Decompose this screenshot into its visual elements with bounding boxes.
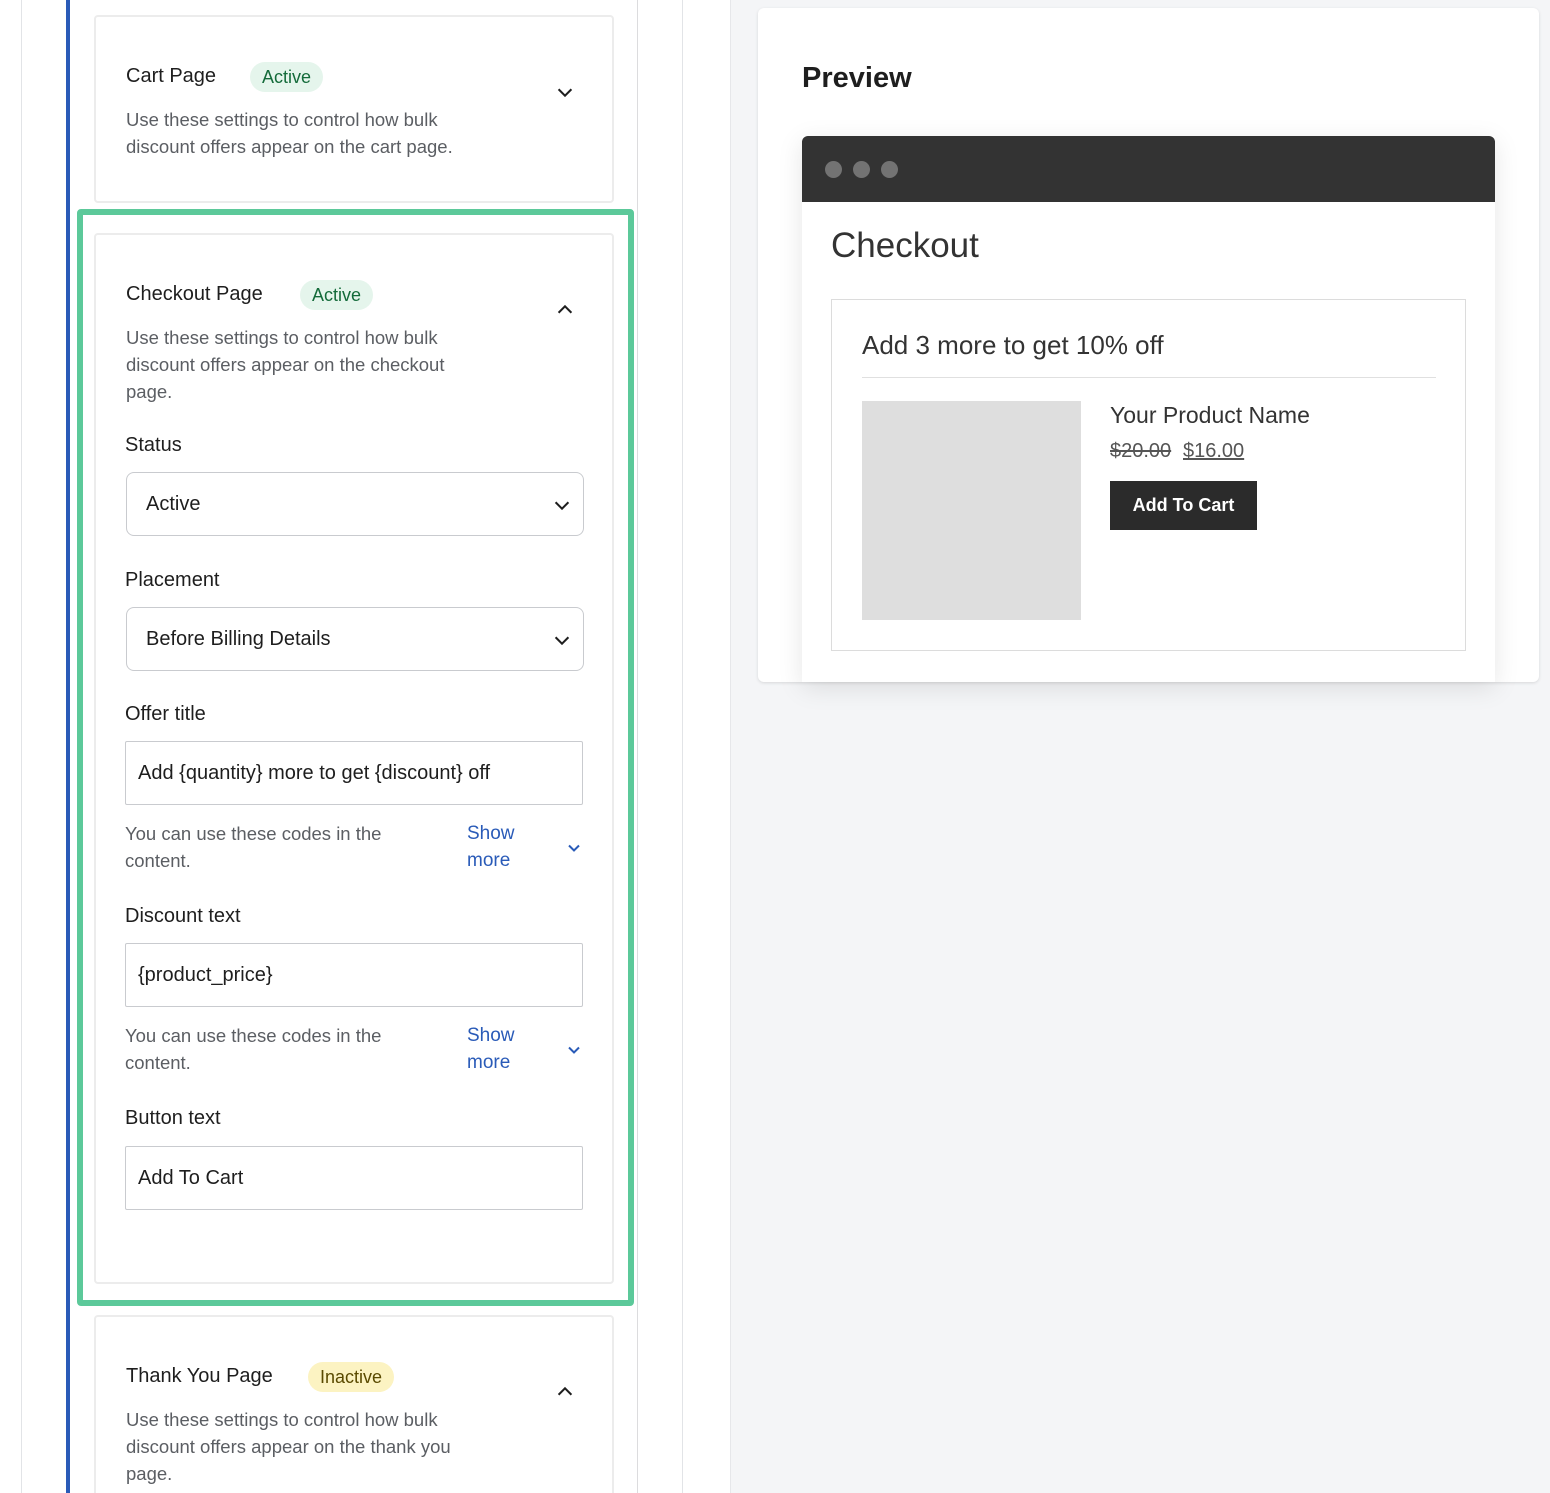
- offer-title-input[interactable]: Add {quantity} more to get {discount} of…: [125, 741, 583, 805]
- offer-title-show-more-link[interactable]: Show more: [467, 820, 527, 874]
- discount-text-help: You can use these codes in the content.: [125, 1025, 382, 1073]
- panel-divider: [637, 0, 638, 1493]
- button-text-input[interactable]: Add To Cart: [125, 1146, 583, 1210]
- thank-you-page-description: Use these settings to control how bulk d…: [126, 1409, 451, 1484]
- status-select-value: Active: [146, 493, 201, 515]
- offer-title-label: Offer title: [125, 703, 206, 725]
- divider: [862, 377, 1436, 378]
- thank-you-page-section[interactable]: Thank You Page Inactive Use these settin…: [94, 1315, 614, 1493]
- chevron-up-icon[interactable]: [554, 1381, 576, 1403]
- preview-offer-title: Add 3 more to get 10% off: [862, 330, 1164, 360]
- chevron-down-icon: [551, 629, 573, 651]
- button-text-label: Button text: [125, 1107, 221, 1129]
- status-label: Status: [125, 434, 182, 456]
- chevron-down-icon[interactable]: [564, 1040, 584, 1060]
- window-dot-icon: [881, 161, 898, 178]
- placement-select[interactable]: Before Billing Details: [126, 607, 584, 671]
- placement-label: Placement: [125, 569, 220, 591]
- discount-text-input-value: {product_price}: [138, 964, 273, 986]
- cart-page-description: Use these settings to control how bulk d…: [126, 109, 453, 157]
- cart-page-title: Cart Page: [126, 65, 217, 87]
- discount-text-input[interactable]: {product_price}: [125, 943, 583, 1007]
- page-border-left: [21, 0, 22, 1493]
- status-badge: Inactive: [308, 1362, 395, 1392]
- add-to-cart-button[interactable]: Add To Cart: [1110, 481, 1257, 530]
- browser-title-bar: [802, 136, 1495, 202]
- placement-select-value: Before Billing Details: [146, 628, 331, 650]
- window-dot-icon: [853, 161, 870, 178]
- offer-box: Add 3 more to get 10% off Your Product N…: [831, 299, 1466, 651]
- panel-divider-2: [682, 0, 683, 1493]
- chevron-down-icon[interactable]: [564, 838, 584, 858]
- offer-title-input-value: Add {quantity} more to get {discount} of…: [138, 762, 491, 784]
- preview-heading: Preview: [802, 62, 912, 94]
- thank-you-page-title: Thank You Page: [126, 1365, 273, 1387]
- offer-title-help: You can use these codes in the content.: [125, 823, 382, 871]
- status-badge: Active: [250, 62, 324, 92]
- discount-text-label: Discount text: [125, 905, 241, 927]
- product-name: Your Product Name: [1110, 402, 1310, 428]
- discount-text-show-more-link[interactable]: Show more: [467, 1022, 527, 1076]
- window-dot-icon: [825, 161, 842, 178]
- browser-mockup: Checkout Add 3 more to get 10% off Your …: [802, 136, 1495, 682]
- preview-page-title: Checkout: [831, 226, 979, 265]
- chevron-down-icon[interactable]: [554, 81, 576, 103]
- cart-page-section[interactable]: Cart Page Active Use these settings to c…: [94, 15, 614, 203]
- chevron-down-icon: [551, 494, 573, 516]
- price-discounted: $16.00: [1183, 440, 1245, 462]
- button-text-input-value: Add To Cart: [138, 1167, 244, 1189]
- product-image-placeholder: [862, 401, 1081, 620]
- active-indicator-bar: [66, 0, 70, 1493]
- status-select[interactable]: Active: [126, 472, 584, 536]
- price-original: $20.00: [1110, 440, 1172, 462]
